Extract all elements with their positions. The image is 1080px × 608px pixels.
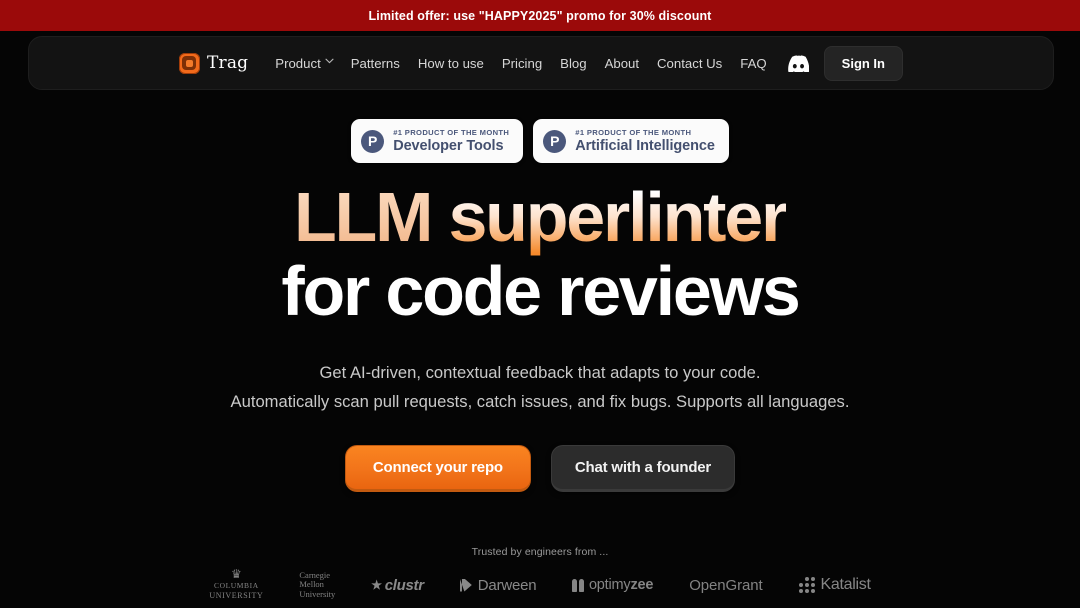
logo-columbia-line1: COLUMBIA <box>213 581 259 590</box>
trag-logo-icon <box>178 52 200 74</box>
logo-columbia-university: ♛ COLUMBIA UNIVERSITY <box>209 567 264 601</box>
logo-columbia-line2: UNIVERSITY <box>209 591 264 600</box>
crown-icon: ♛ <box>230 567 242 581</box>
badge-kicker: #1 PRODUCT OF THE MONTH <box>575 127 692 137</box>
headline-part-llm: LLM <box>293 178 449 256</box>
product-hunt-icon: P <box>361 129 385 153</box>
trusted-logo-row: ♛ COLUMBIA UNIVERSITY Carnegie Mellon Un… <box>0 567 1080 601</box>
logo-carnegie-mellon-university: Carnegie Mellon University <box>299 570 336 600</box>
nav-item-product[interactable]: Product <box>266 50 341 77</box>
discord-icon[interactable] <box>783 50 813 76</box>
logo-clustr: ★ clustr <box>371 577 424 594</box>
darween-mark-icon <box>459 578 472 592</box>
hero-subtitle: Get AI-driven, contextual feedback that … <box>231 358 850 416</box>
cta-row: Connect your repo Chat with a founder <box>344 445 736 492</box>
brand-logo[interactable]: Trag <box>178 52 249 74</box>
logo-optimyzee-text-bold: zee <box>630 577 654 593</box>
nav-item-blog-label: Blog <box>560 55 587 71</box>
badge-title: Developer Tools <box>393 137 504 154</box>
nav-item-faq-label: FAQ <box>740 55 767 71</box>
nav-item-how-to-use-label: How to use <box>417 55 484 71</box>
headline-part-superlinter: superlinter <box>448 178 788 256</box>
hero-subtitle-line1: Get AI-driven, contextual feedback that … <box>319 363 761 382</box>
nav-item-faq[interactable]: FAQ <box>731 50 775 77</box>
logo-optimyzee: optimyzee <box>572 577 653 593</box>
trusted-by-label: Trusted by engineers from ... <box>471 546 609 558</box>
nav-item-patterns-label: Patterns <box>350 55 400 71</box>
logo-cmu-line3: University <box>299 588 336 599</box>
trusted-by-section: Trusted by engineers from ... ♛ COLUMBIA… <box>0 546 1080 601</box>
page-title: LLM superlinter for code reviews <box>281 178 800 330</box>
product-hunt-badge-artificial-intelligence[interactable]: P #1 PRODUCT OF THE MONTH Artificial Int… <box>533 119 729 163</box>
logo-darween-text: Darween <box>477 576 537 594</box>
chevron-down-icon <box>325 58 334 66</box>
nav-item-pricing[interactable]: Pricing <box>493 50 551 77</box>
nav-item-about[interactable]: About <box>596 50 648 77</box>
nav-item-how-to-use[interactable]: How to use <box>409 50 493 77</box>
hero-section: LLM superlinter for code reviews Get AI-… <box>0 180 1080 492</box>
logo-opengrant-text: OpenGrant <box>689 576 763 594</box>
logo-katalist: Katalist <box>798 576 871 594</box>
optimyzee-mark-icon <box>572 578 584 592</box>
connect-your-repo-button[interactable]: Connect your repo <box>344 445 531 492</box>
sign-in-button[interactable]: Sign In <box>823 45 903 81</box>
product-hunt-badge-developer-tools[interactable]: P #1 PRODUCT OF THE MONTH Developer Tool… <box>351 119 524 163</box>
nav-item-contact-us[interactable]: Contact Us <box>648 50 731 77</box>
product-hunt-badges: P #1 PRODUCT OF THE MONTH Developer Tool… <box>0 119 1080 163</box>
main-navigation: Trag Product Patterns How to use Pricing… <box>28 36 1054 90</box>
logo-darween: Darween <box>459 576 537 594</box>
logo-opengrant: OpenGrant <box>689 577 762 594</box>
promo-banner-text: Limited offer: use "HAPPY2025" promo for… <box>368 8 712 23</box>
chat-with-a-founder-button[interactable]: Chat with a founder <box>550 445 736 492</box>
badge-title: Artificial Intelligence <box>575 137 715 154</box>
katalist-dots-icon <box>798 577 815 593</box>
logo-katalist-text: Katalist <box>820 576 871 593</box>
nav-item-patterns[interactable]: Patterns <box>342 50 409 77</box>
nav-item-blog[interactable]: Blog <box>551 50 595 77</box>
product-hunt-icon: P <box>543 129 567 153</box>
logo-clustr-text: clustr <box>384 576 424 594</box>
star-icon: ★ <box>371 578 382 592</box>
headline-line-two: for code reviews <box>281 252 800 330</box>
nav-item-about-label: About <box>604 55 640 71</box>
logo-optimyzee-text: optimy <box>588 577 631 593</box>
nav-item-contact-us-label: Contact Us <box>657 55 723 71</box>
nav-item-pricing-label: Pricing <box>501 55 543 71</box>
nav-item-product-label: Product <box>275 55 321 71</box>
promo-banner[interactable]: Limited offer: use "HAPPY2025" promo for… <box>0 0 1080 31</box>
brand-name: Trag <box>206 53 249 73</box>
badge-kicker: #1 PRODUCT OF THE MONTH <box>393 127 510 137</box>
hero-subtitle-line2: Automatically scan pull requests, catch … <box>230 392 850 411</box>
